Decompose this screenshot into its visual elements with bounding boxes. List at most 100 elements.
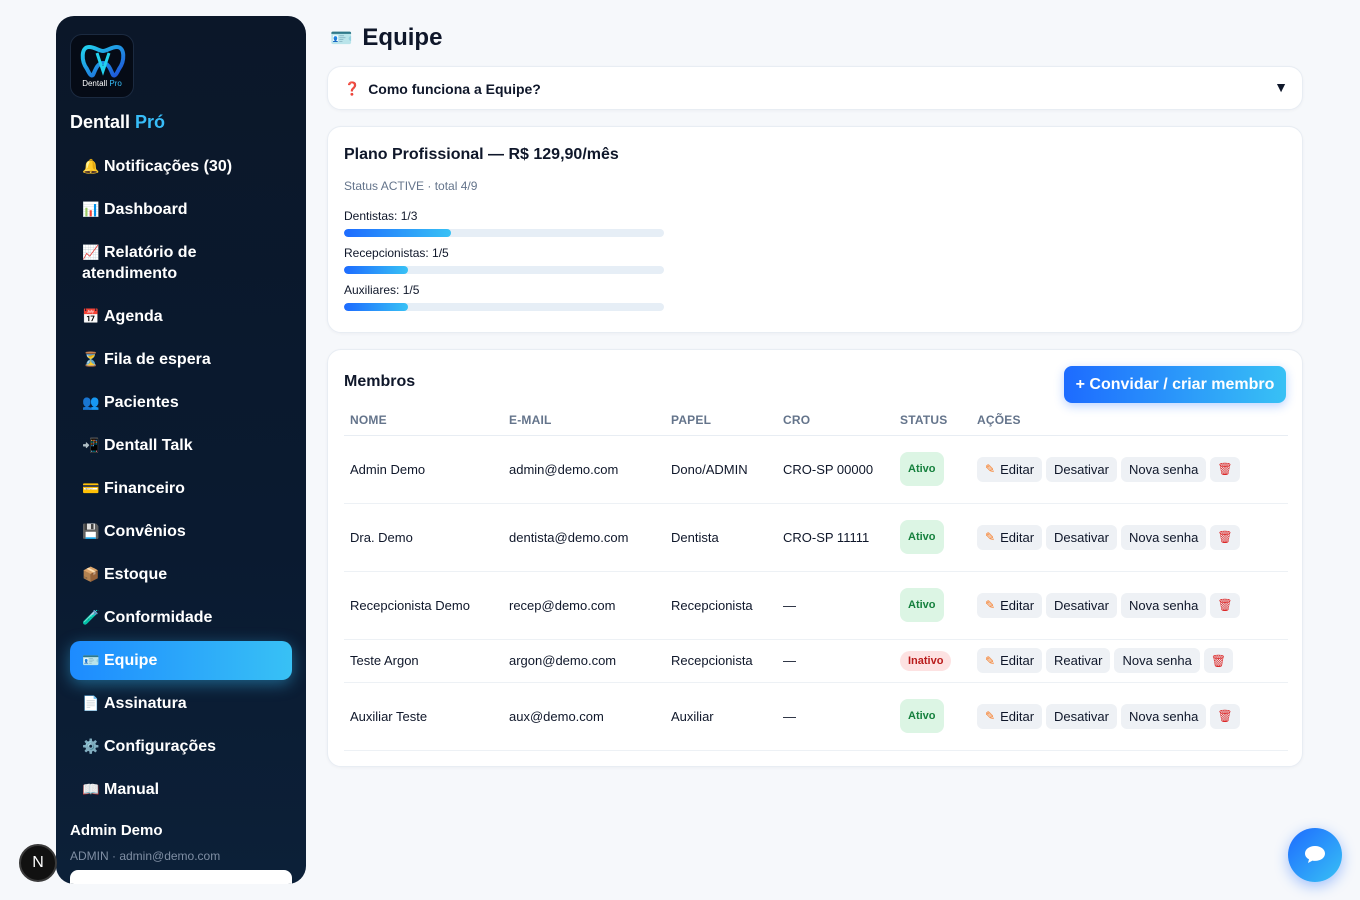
quota-progress-bar xyxy=(344,303,664,311)
status-badge: Ativo xyxy=(900,520,944,554)
trash-icon: 🗑 xyxy=(1217,598,1233,612)
status-badge: Ativo xyxy=(900,699,944,733)
member-email: recep@demo.com xyxy=(503,571,665,640)
sidebar-item-insurance[interactable]: 💾 Convênios xyxy=(70,512,292,551)
toggle-active-button[interactable]: Desativar xyxy=(1046,524,1117,550)
table-row: Admin Demo admin@demo.com Dono/ADMIN CRO… xyxy=(344,435,1288,504)
member-actions: ✎ Editar Desativar Nova senha 🗑 xyxy=(971,435,1288,504)
trash-icon: 🗑 xyxy=(1210,653,1227,668)
sidebar-nav: 🔔 Notificações (30) 📊 Dashboard 📈 Relatório… xyxy=(70,147,292,813)
quota-receptionists: Recepcionistas: 1/5 xyxy=(344,246,664,274)
plan-card: Plano Profissional — R$ 129,90/mês Statu… xyxy=(327,126,1303,333)
faq-accordion[interactable]: ❓ Como funciona a Equipe? ▼ xyxy=(327,66,1303,110)
users-icon: 👥 xyxy=(82,394,100,410)
edit-button[interactable]: ✎ Editar xyxy=(977,456,1043,482)
chevron-down-icon[interactable]: ▼ xyxy=(1274,79,1288,95)
sidebar-item-compliance[interactable]: 🧪 Conformidade xyxy=(70,598,292,637)
bell-icon: 🔔 xyxy=(82,158,100,174)
delete-button[interactable]: 🗑 xyxy=(1210,524,1240,550)
sidebar-item-label: Conformidade xyxy=(104,609,213,626)
sidebar-item-manual[interactable]: 📖 Manual xyxy=(70,770,292,809)
sidebar-item-stock[interactable]: 📦 Estoque xyxy=(70,555,292,594)
app-logo[interactable]: Dentall Pro xyxy=(70,34,134,98)
invite-member-button[interactable]: + Convidar / criar membro xyxy=(1064,366,1286,403)
quota-label: Dentistas: 1/3 xyxy=(344,209,418,223)
sidebar-item-label: Agenda xyxy=(104,308,163,325)
member-name: Admin Demo xyxy=(344,435,503,504)
member-email: aux@demo.com xyxy=(503,682,665,751)
edit-label: Editar xyxy=(1000,653,1035,668)
delete-button[interactable]: 🗑 xyxy=(1210,703,1240,729)
delete-button[interactable]: 🗑 xyxy=(1203,648,1234,673)
sidebar-item-subscription[interactable]: 📄 Assinatura xyxy=(70,684,292,723)
trash-icon: 🗑 xyxy=(1217,709,1233,723)
document-icon: 📄 xyxy=(82,695,100,711)
sidebar-item-patients[interactable]: 👥 Pacientes xyxy=(70,383,292,422)
pencil-icon: ✎ xyxy=(985,530,996,544)
member-status-cell: Ativo xyxy=(894,503,971,572)
status-badge: Inativo xyxy=(900,650,952,671)
member-name: Auxiliar Teste xyxy=(344,682,503,751)
toggle-active-button[interactable]: Reativar xyxy=(1046,648,1111,673)
pencil-icon: ✎ xyxy=(985,653,996,668)
reset-password-button[interactable]: Nova senha xyxy=(1120,524,1207,550)
member-cro: — xyxy=(777,682,894,751)
sidebar-item-settings[interactable]: ⚙️ Configurações xyxy=(70,727,292,766)
member-cro: — xyxy=(777,571,894,640)
hourglass-icon: ⏳ xyxy=(82,351,100,367)
brand-name: Dentall Pró xyxy=(70,112,166,132)
sidebar-item-label: Fila de espera xyxy=(104,351,211,368)
id-card-icon: 🪪 xyxy=(330,27,353,48)
reset-password-button[interactable]: Nova senha xyxy=(1120,592,1207,618)
page-title: 🪪 Equipe xyxy=(330,24,442,52)
sidebar-item-report[interactable]: 📈 Relatório de atendimento xyxy=(70,233,292,293)
sidebar-item-dashboard[interactable]: 📊 Dashboard xyxy=(70,190,292,229)
quota-progress-fill xyxy=(344,303,408,311)
sidebar-item-waitlist[interactable]: ⏳ Fila de espera xyxy=(70,340,292,379)
member-role: Recepcionista xyxy=(665,639,777,683)
status-badge: Ativo xyxy=(900,452,944,486)
plan-status: Status ACTIVE · total 4/9 xyxy=(344,179,478,193)
delete-button[interactable]: 🗑 xyxy=(1210,592,1240,618)
sidebar-item-label: Manual xyxy=(104,781,160,798)
sidebar-item-label: Notificações (30) xyxy=(104,158,233,175)
member-role: Dono/ADMIN xyxy=(665,435,777,504)
table-row: Dra. Demo dentista@demo.com Dentista CRO… xyxy=(344,503,1288,572)
member-name: Dra. Demo xyxy=(344,503,503,572)
trending-chart-icon: 📈 xyxy=(82,244,100,260)
sidebar-item-finance[interactable]: 💳 Financeiro xyxy=(70,469,292,508)
sidebar-item-notifications[interactable]: 🔔 Notificações (30) xyxy=(70,147,292,186)
logout-button[interactable] xyxy=(70,870,292,884)
quota-assistants: Auxiliares: 1/5 xyxy=(344,283,664,311)
quota-progress-bar xyxy=(344,229,664,237)
column-header-role: PAPEL xyxy=(665,406,777,436)
edit-button[interactable]: ✎ Editar xyxy=(977,524,1043,550)
member-email: argon@demo.com xyxy=(503,639,665,683)
toggle-active-button[interactable]: Desativar xyxy=(1046,703,1117,729)
edit-button[interactable]: ✎ Editar xyxy=(977,592,1043,618)
faq-question: ❓ Como funciona a Equipe? xyxy=(344,81,541,97)
member-status-cell: Ativo xyxy=(894,435,971,504)
sidebar-item-label: Assinatura xyxy=(104,695,187,712)
sidebar-item-team[interactable]: 🪪 Equipe xyxy=(70,641,292,680)
edit-button[interactable]: ✎ Editar xyxy=(977,648,1043,673)
chat-button[interactable] xyxy=(1288,828,1342,882)
dev-tools-badge[interactable]: N xyxy=(19,844,57,882)
quota-label: Auxiliares: 1/5 xyxy=(344,283,420,297)
sidebar-item-agenda[interactable]: 📅 Agenda xyxy=(70,297,292,336)
sidebar-item-label: Dashboard xyxy=(104,201,188,218)
credit-card-icon: 💳 xyxy=(82,480,100,496)
members-card: Membros + Convidar / criar membro NOME E… xyxy=(327,349,1303,767)
edit-label: Editar xyxy=(1000,708,1035,724)
reset-password-button[interactable]: Nova senha xyxy=(1120,456,1207,482)
delete-button[interactable]: 🗑 xyxy=(1210,456,1240,482)
toggle-active-button[interactable]: Desativar xyxy=(1046,592,1117,618)
sidebar-item-label: Convênios xyxy=(104,523,186,540)
sidebar-item-label: Configurações xyxy=(104,738,217,755)
edit-button[interactable]: ✎ Editar xyxy=(977,703,1043,729)
reset-password-button[interactable]: Nova senha xyxy=(1120,703,1207,729)
toggle-active-button[interactable]: Desativar xyxy=(1046,456,1117,482)
members-table: NOME E-MAIL PAPEL CRO STATUS AÇÕES Admin… xyxy=(344,406,1288,751)
reset-password-button[interactable]: Nova senha xyxy=(1114,648,1200,673)
sidebar-item-talk[interactable]: 📲 Dentall Talk xyxy=(70,426,292,465)
